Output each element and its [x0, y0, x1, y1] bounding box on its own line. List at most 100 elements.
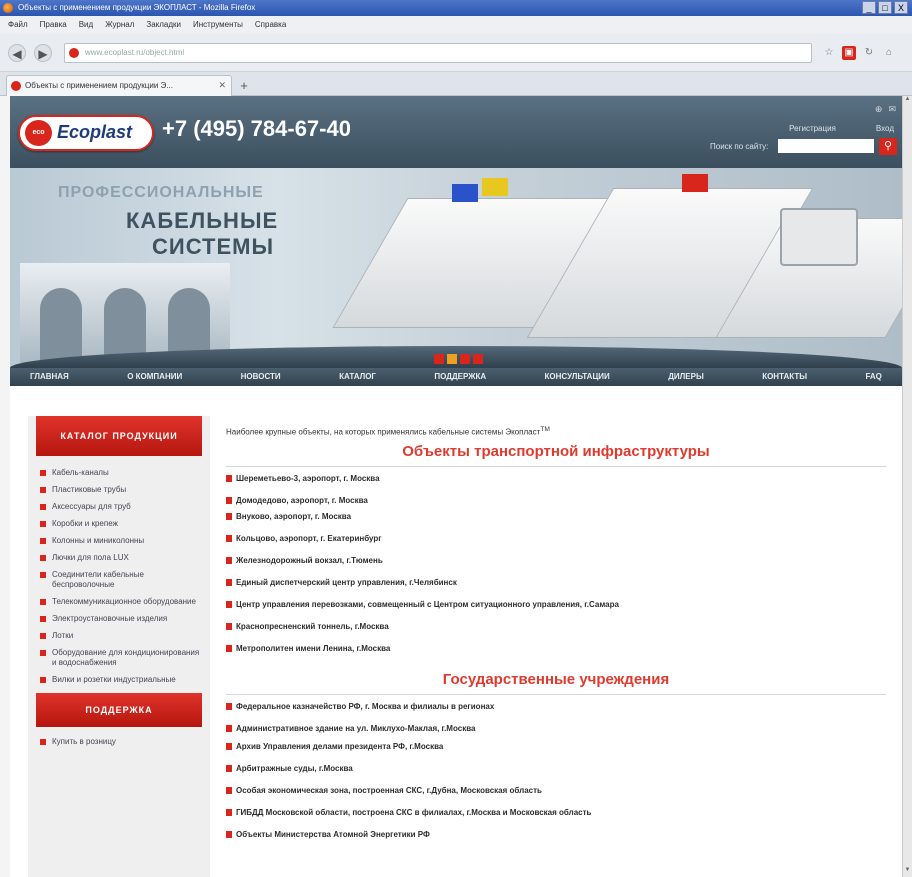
- address-url: www.ecoplast.ru/object.html: [85, 48, 185, 57]
- menu-history[interactable]: Журнал: [105, 16, 134, 34]
- tab-objects[interactable]: Объекты с применением продукции Э... ✕: [6, 75, 232, 96]
- minimize-button[interactable]: _: [862, 1, 876, 14]
- close-tab-icon[interactable]: ✕: [218, 76, 226, 95]
- catalog-item[interactable]: Оборудование для кондиционирования и вод…: [40, 648, 204, 668]
- nav-about[interactable]: О КОМПАНИИ: [127, 368, 182, 386]
- search-input[interactable]: [778, 139, 874, 153]
- search-button[interactable]: ⚲: [879, 138, 897, 155]
- object-item[interactable]: Шереметьево-3, аэропорт, г. Москва: [226, 473, 886, 495]
- red-socket-image: [682, 174, 708, 192]
- slider-dot-active[interactable]: [447, 354, 457, 364]
- catalog-item[interactable]: Соединители кабельные беспроволочные: [40, 570, 204, 590]
- menu-view[interactable]: Вид: [79, 16, 93, 34]
- search-label: Поиск по сайту:: [710, 142, 769, 151]
- object-item[interactable]: Краснопресненский тоннель, г.Москва: [226, 621, 886, 643]
- object-item[interactable]: Метрополитен имени Ленина, г.Москва: [226, 643, 886, 665]
- support-list: Купить в розницу: [28, 727, 210, 746]
- addon-icon[interactable]: ▣: [842, 46, 856, 60]
- menu-bookmarks[interactable]: Закладки: [146, 16, 181, 34]
- blue-socket-image: [452, 184, 478, 202]
- slider-dot[interactable]: [434, 354, 444, 364]
- object-item[interactable]: Домодедово, аэропорт, г. Москва: [226, 495, 886, 511]
- catalog-item[interactable]: Кабель-каналы: [40, 468, 204, 478]
- login-link[interactable]: Вход: [876, 124, 894, 133]
- main-content: Наиболее крупные объекты, на которых при…: [226, 426, 886, 851]
- object-item[interactable]: Центр управления перевозками, совмещенны…: [226, 599, 886, 621]
- bookmark-star-icon[interactable]: ☆: [822, 46, 836, 60]
- navigation-toolbar: ◀ ▶ www.ecoplast.ru/object.html ☆ ▣ ↻ ⌂: [0, 34, 912, 72]
- tab-favicon-icon: [11, 81, 21, 91]
- main-nav: ГЛАВНАЯ О КОМПАНИИ НОВОСТИ КАТАЛОГ ПОДДЕ…: [10, 368, 902, 386]
- nav-dealers[interactable]: ДИЛЕРЫ: [668, 368, 704, 386]
- promo-banner[interactable]: ПРОФЕССИОНАЛЬНЫЕ КАБЕЛЬНЫЕ СИСТЕМЫ: [10, 168, 902, 368]
- menu-file[interactable]: Файл: [8, 16, 28, 34]
- slider-dot[interactable]: [460, 354, 470, 364]
- catalog-heading[interactable]: КАТАЛОГ ПРОДУКЦИИ: [36, 416, 202, 456]
- scroll-down-icon[interactable]: ▼: [903, 867, 912, 877]
- back-arrow-icon[interactable]: ◀: [8, 44, 26, 62]
- intro-sentence: Наиболее крупные объекты, на которых при…: [226, 427, 541, 437]
- catalog-item[interactable]: Лотки: [40, 631, 204, 641]
- catalog-item[interactable]: Аксессуары для труб: [40, 502, 204, 512]
- object-item[interactable]: Железнодорожный вокзал, г.Тюмень: [226, 555, 886, 577]
- object-item[interactable]: Особая экономическая зона, построенная С…: [226, 785, 886, 807]
- site-header: eco Ecoplast +7 (495) 784-67-40 ⊕ ✉ Реги…: [10, 96, 902, 168]
- outlet-image: [780, 208, 858, 266]
- object-item[interactable]: Кольцово, аэропорт, г. Екатеринбург: [226, 533, 886, 555]
- nav-home[interactable]: ГЛАВНАЯ: [30, 368, 69, 386]
- object-item[interactable]: ГИБДД Московской области, построена СКС …: [226, 807, 886, 829]
- support-item[interactable]: Купить в розницу: [40, 737, 204, 746]
- forward-arrow-icon[interactable]: ▶: [34, 44, 52, 62]
- register-link[interactable]: Регистрация: [789, 124, 836, 133]
- address-bar[interactable]: www.ecoplast.ru/object.html: [64, 43, 812, 63]
- object-item[interactable]: Объекты Министерства Атомной Энергетики …: [226, 829, 886, 851]
- nav-support[interactable]: ПОДДЕРЖКА: [434, 368, 486, 386]
- object-item[interactable]: Архив Управления делами президента РФ, г…: [226, 741, 886, 763]
- new-tab-icon[interactable]: +: [236, 78, 252, 94]
- menu-help[interactable]: Справка: [255, 16, 286, 34]
- catalog-item[interactable]: Лючки для пола LUX: [40, 553, 204, 563]
- nav-faq[interactable]: FAQ: [865, 368, 881, 386]
- object-item[interactable]: Арбитражные суды, г.Москва: [226, 763, 886, 785]
- search-icon: ⚲: [883, 140, 893, 152]
- nav-news[interactable]: НОВОСТИ: [241, 368, 281, 386]
- site-logo[interactable]: eco Ecoplast: [18, 115, 154, 151]
- tab-bar: Объекты с применением продукции Э... ✕ +: [0, 72, 912, 96]
- section-title-government: Государственные учреждения: [226, 671, 886, 695]
- banner-line-1: ПРОФЕССИОНАЛЬНЫЕ: [58, 184, 264, 201]
- section-title-transport: Объекты транспортной инфраструктуры: [226, 443, 886, 467]
- sitemap-icon[interactable]: ⊕: [875, 104, 883, 115]
- firefox-icon: [3, 3, 13, 13]
- object-item[interactable]: Внуково, аэропорт, г. Москва: [226, 511, 886, 533]
- yellow-socket-image: [482, 178, 508, 196]
- vertical-scrollbar[interactable]: ▲ ▼: [902, 96, 912, 877]
- maximize-button[interactable]: □: [878, 1, 892, 14]
- catalog-item[interactable]: Вилки и розетки индустриальные: [40, 675, 204, 685]
- government-objects-list: Федеральное казначейство РФ, г. Москва и…: [226, 701, 886, 851]
- menu-edit[interactable]: Правка: [40, 16, 67, 34]
- nav-contacts[interactable]: КОНТАКТЫ: [762, 368, 807, 386]
- transport-objects-list: Шереметьево-3, аэропорт, г. Москва Домод…: [226, 473, 886, 665]
- menu-bar: Файл Правка Вид Журнал Закладки Инструме…: [0, 16, 912, 34]
- catalog-item[interactable]: Электроустановочные изделия: [40, 614, 204, 624]
- home-icon[interactable]: ⌂: [882, 46, 896, 60]
- nav-consulting[interactable]: КОНСУЛЬТАЦИИ: [545, 368, 610, 386]
- catalog-item[interactable]: Коробки и крепеж: [40, 519, 204, 529]
- close-window-button[interactable]: X: [894, 1, 908, 14]
- site-favicon-icon: [69, 48, 79, 58]
- catalog-item[interactable]: Телекоммуникационное оборудование: [40, 597, 204, 607]
- object-item[interactable]: Административное здание на ул. Миклухо-М…: [226, 723, 886, 741]
- reload-icon[interactable]: ↻: [862, 46, 876, 60]
- scroll-up-icon[interactable]: ▲: [903, 96, 912, 106]
- logo-name: Ecoplast: [57, 122, 133, 142]
- object-item[interactable]: Федеральное казначейство РФ, г. Москва и…: [226, 701, 886, 723]
- menu-tools[interactable]: Инструменты: [193, 16, 243, 34]
- catalog-item[interactable]: Пластиковые трубы: [40, 485, 204, 495]
- slider-dots: [434, 354, 483, 364]
- mail-icon[interactable]: ✉: [888, 104, 896, 115]
- support-heading[interactable]: ПОДДЕРЖКА: [36, 693, 202, 727]
- catalog-item[interactable]: Колонны и миниколонны: [40, 536, 204, 546]
- slider-dot[interactable]: [473, 354, 483, 364]
- object-item[interactable]: Единый диспетчерский центр управления, г…: [226, 577, 886, 599]
- nav-catalog[interactable]: КАТАЛОГ: [339, 368, 376, 386]
